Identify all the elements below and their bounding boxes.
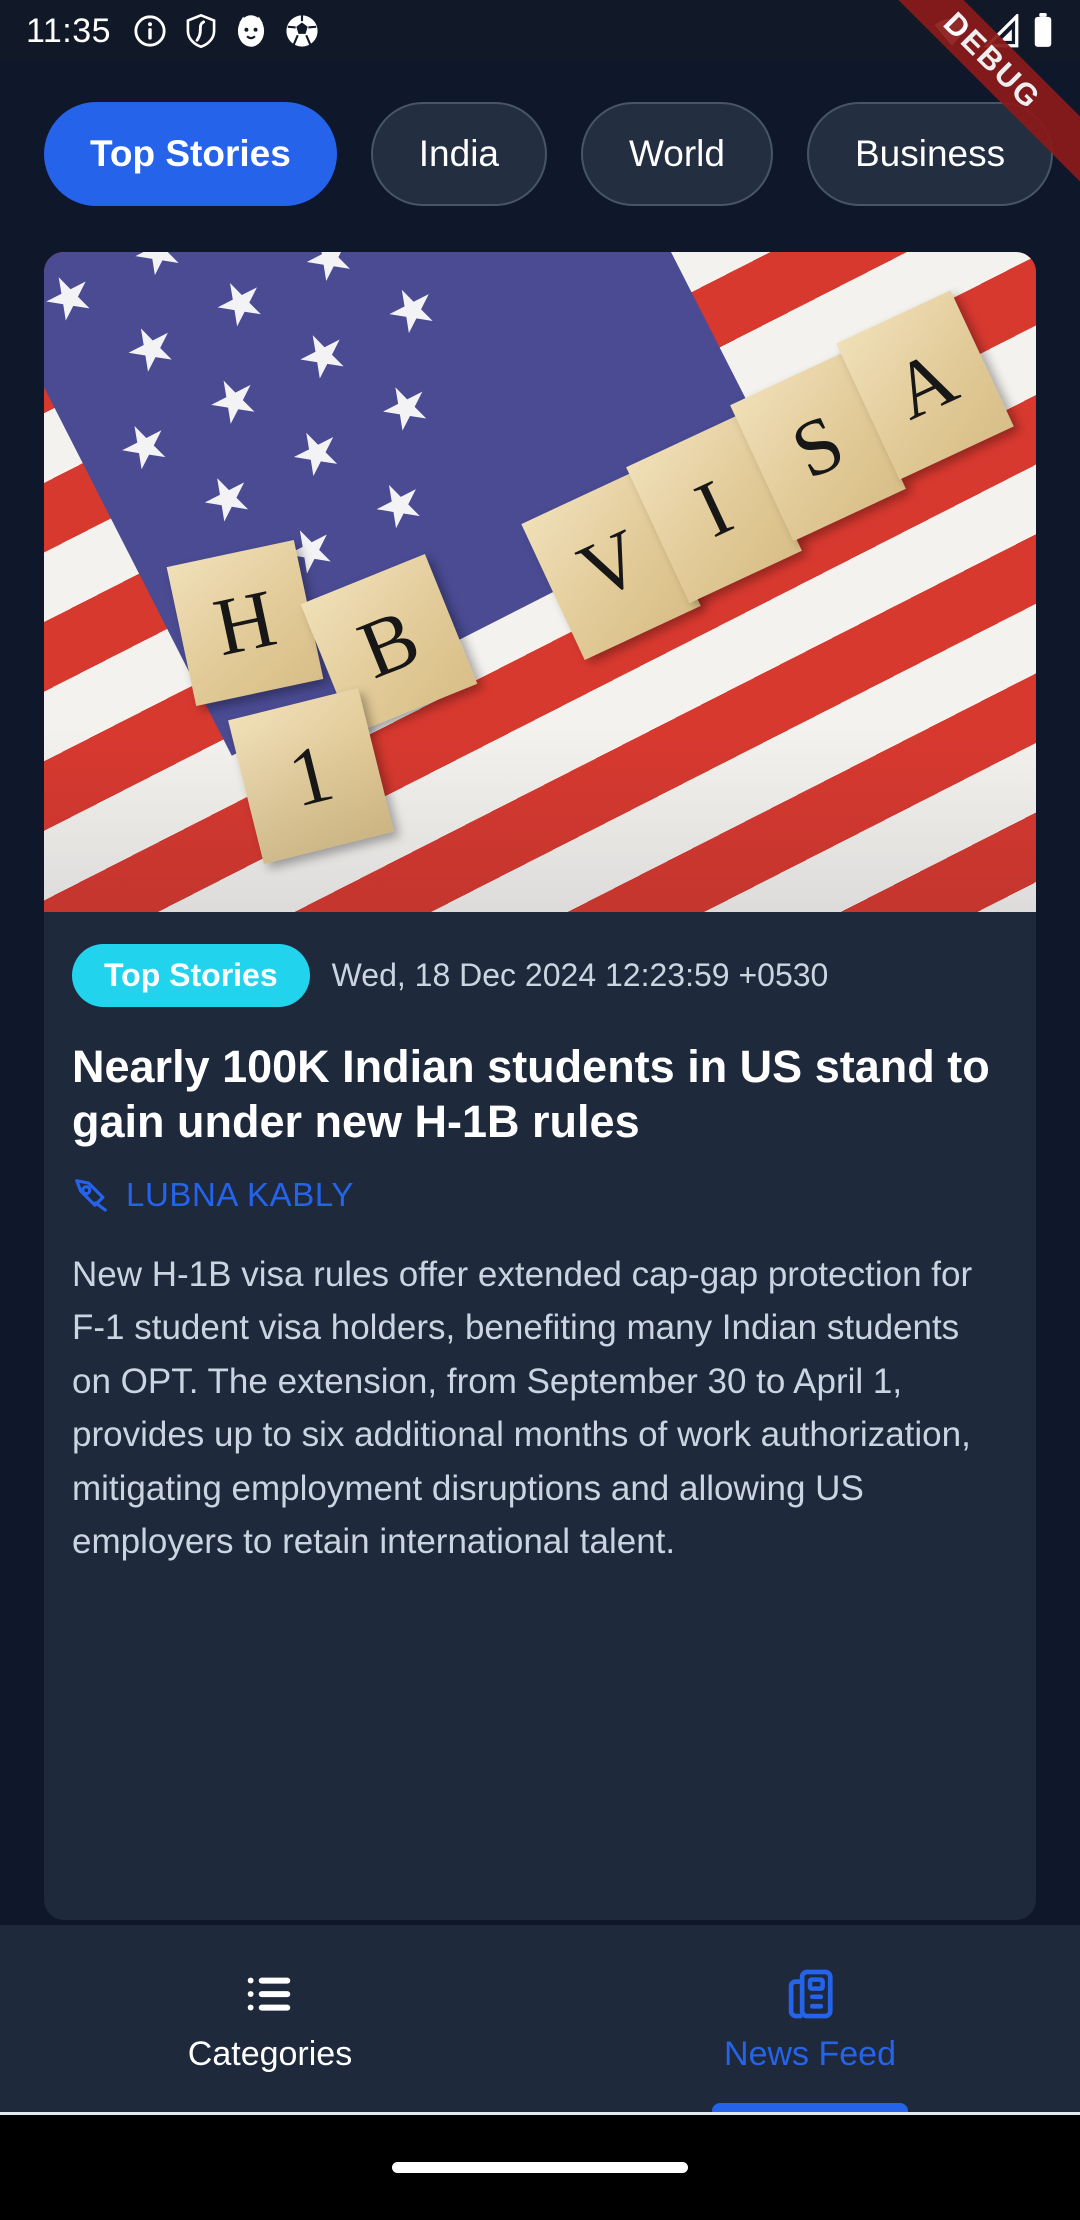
article-body: Top Stories Wed, 18 Dec 2024 12:23:59 +0…	[44, 912, 1036, 1569]
article-author-row: LUBNA KABLY	[72, 1176, 1008, 1214]
article-image: H B 1 V I S A	[44, 252, 1036, 912]
nav-item-categories[interactable]: Categories	[0, 1925, 540, 2115]
shield-icon	[186, 14, 216, 48]
image-overlay	[44, 252, 1036, 912]
battery-icon	[1034, 13, 1052, 47]
system-gesture-area	[0, 2115, 1080, 2220]
cat-app-icon	[237, 15, 265, 47]
article-author[interactable]: LUBNA KABLY	[126, 1176, 354, 1214]
pen-nib-icon	[75, 1178, 107, 1212]
category-tab-strip[interactable]: Top Stories India World Business	[0, 62, 1080, 246]
article-timestamp: Wed, 18 Dec 2024 12:23:59 +0530	[331, 957, 829, 993]
category-badge[interactable]: Top Stories	[72, 944, 310, 1007]
tab-label: World	[629, 133, 725, 174]
tab-label: India	[418, 133, 500, 174]
tab-world[interactable]: World	[581, 102, 773, 206]
tab-india[interactable]: India	[370, 102, 548, 206]
status-clock: 11:35	[26, 11, 112, 50]
newspaper-icon	[788, 1969, 833, 2018]
nav-divider	[0, 2112, 1080, 2115]
info-icon	[134, 15, 166, 47]
article-summary: New H-1B visa rules offer extended cap-g…	[72, 1254, 973, 1562]
football-icon	[286, 15, 318, 47]
gesture-home-bar[interactable]	[392, 2162, 688, 2173]
status-notification-icons	[133, 14, 319, 48]
article-meta-row: Top Stories Wed, 18 Dec 2024 12:23:59 +0…	[72, 944, 1008, 1007]
nav-label: Categories	[187, 2034, 353, 2073]
article-headline[interactable]: Nearly 100K Indian students in US stand …	[72, 1039, 1008, 1150]
list-icon	[247, 1977, 291, 2011]
nav-item-news-feed[interactable]: News Feed	[540, 1925, 1080, 2115]
tab-label: Top Stories	[90, 133, 291, 174]
app-screen: 11:35 DEBUG Top Stories India World Busi…	[0, 0, 1080, 2220]
tab-top-stories[interactable]: Top Stories	[44, 102, 337, 206]
nav-label: News Feed	[724, 2034, 896, 2073]
article-card[interactable]: H B 1 V I S A Top Stories Wed, 18 Dec 20…	[44, 252, 1036, 1920]
tab-label: Business	[854, 133, 1006, 174]
bottom-navigation-bar: Categories News Feed	[0, 1925, 1080, 2115]
